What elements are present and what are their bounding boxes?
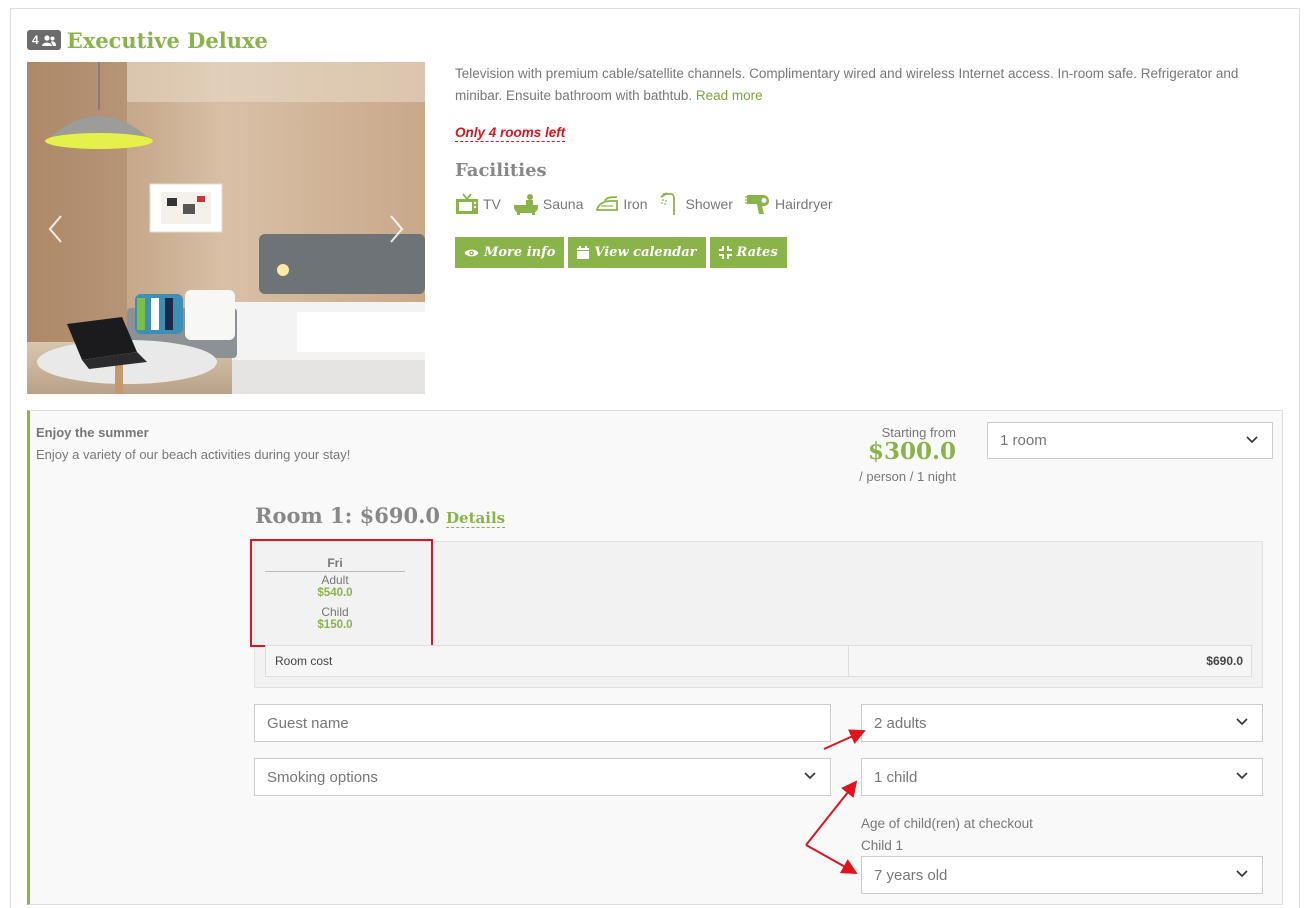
chevron-down-icon <box>1236 870 1248 878</box>
room1-header: Room 1: $690.0 Details <box>255 503 506 528</box>
calendar-icon <box>577 246 590 259</box>
hairdryer-icon <box>744 195 769 214</box>
iron-icon <box>596 196 619 211</box>
children-value: 1 child <box>874 768 918 786</box>
read-more-link[interactable]: Read more <box>696 88 763 103</box>
child-age-label: Age of child(ren) at checkout <box>861 816 1033 831</box>
rooms-count-value: 1 room <box>1000 432 1047 449</box>
room-title-row: 4 Executive Deluxe <box>27 27 268 53</box>
children-select[interactable]: 1 child <box>861 758 1263 796</box>
facility-sauna: Sauna <box>513 193 583 215</box>
rates-label: Rates <box>736 245 778 260</box>
facilities-title: Facilities <box>455 160 547 181</box>
facility-shower: Shower <box>659 192 733 216</box>
availability-notice: Only 4 rooms left <box>455 125 566 142</box>
facility-label: Iron <box>623 196 648 212</box>
smoking-value: Smoking options <box>267 768 378 786</box>
room-cost-label: Room cost <box>266 646 849 676</box>
room-title[interactable]: Executive Deluxe <box>67 28 268 53</box>
room-description-text: Television with premium cable/satellite … <box>455 66 1239 103</box>
eye-icon <box>464 249 479 256</box>
highlight-box <box>250 539 433 647</box>
child1-age-value: 7 years old <box>874 866 948 884</box>
photo-prev-button[interactable] <box>45 212 69 246</box>
room-description: Television with premium cable/satellite … <box>455 63 1275 107</box>
facility-hairdryer: Hairdryer <box>744 193 833 215</box>
photo-next-button[interactable] <box>383 212 407 246</box>
room-cost-row: Room cost $690.0 <box>265 645 1252 677</box>
starting-price: $300.0 <box>867 438 956 465</box>
bathtub-icon <box>513 194 538 215</box>
child1-age-select[interactable]: 7 years old <box>861 856 1263 894</box>
chevron-down-icon <box>1236 772 1248 780</box>
room-actions: More info View calendar Rates <box>455 237 787 268</box>
chevron-down-icon <box>804 772 816 780</box>
room-cost-value: $690.0 <box>1206 654 1243 668</box>
guest-name-input[interactable] <box>254 704 831 742</box>
facility-label: Hairdryer <box>774 196 833 212</box>
tv-icon <box>456 193 478 214</box>
room1-title: Room 1: $690.0 <box>255 503 441 528</box>
facility-tv: TV <box>455 193 501 215</box>
offer-subtitle: Enjoy a variety of our beach activities … <box>36 447 351 462</box>
rates-button[interactable]: Rates <box>709 237 787 268</box>
shower-icon <box>659 192 675 215</box>
rooms-count-select[interactable]: 1 room <box>987 422 1273 459</box>
room-photo <box>27 62 425 394</box>
compress-icon <box>718 246 732 259</box>
facility-label: Shower <box>685 196 733 212</box>
facility-iron: Iron <box>595 195 648 213</box>
more-info-label: More info <box>484 245 556 260</box>
chevron-down-icon <box>1246 435 1258 443</box>
room1-details-link[interactable]: Details <box>446 509 506 528</box>
offer-title: Enjoy the summer <box>36 425 149 440</box>
occupancy-badge: 4 <box>27 30 61 50</box>
smoking-select[interactable]: Smoking options <box>254 758 831 796</box>
child1-label: Child 1 <box>861 838 904 853</box>
facility-label: TV <box>483 196 501 212</box>
adults-select[interactable]: 2 adults <box>861 704 1263 742</box>
chevron-down-icon <box>1236 718 1248 726</box>
view-calendar-button[interactable]: View calendar <box>568 237 706 268</box>
price-unit-label: / person / 1 night <box>859 469 956 484</box>
occupancy-count: 4 <box>32 33 39 47</box>
facility-label: Sauna <box>542 196 584 212</box>
adults-value: 2 adults <box>874 714 927 732</box>
view-calendar-label: View calendar <box>594 245 697 260</box>
users-icon <box>41 34 56 46</box>
more-info-button[interactable]: More info <box>455 237 565 268</box>
facilities-list: TV Sauna Iron Shower Hairdryer <box>455 192 845 216</box>
